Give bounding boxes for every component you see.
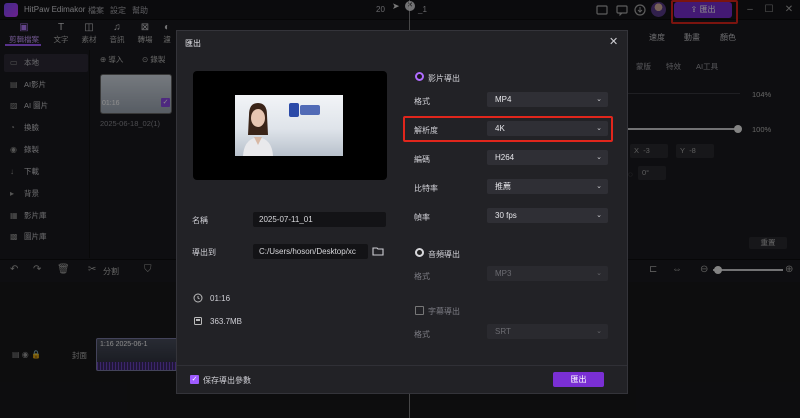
save-params-checkbox[interactable]: ✓ [190,375,199,384]
chevron-down-icon: ⌄ [596,96,602,103]
chevron-down-icon: ⌄ [596,212,602,219]
clock-icon [193,293,203,303]
framerate-label: 幀率 [414,213,430,222]
export-to-label: 導出到 [192,248,216,257]
subtitle-format-value: SRT [495,327,511,336]
dialog-divider [177,365,627,366]
framerate-value: 30 fps [495,211,517,220]
file-size-value: 363.7MB [210,317,243,326]
preview-person [243,101,273,156]
audio-export-radio[interactable] [415,248,424,257]
chevron-down-icon: ⌄ [596,270,602,277]
subtitle-format-select[interactable]: SRT ⌄ [487,324,608,339]
codec-select[interactable]: H264 ⌄ [487,150,608,165]
framerate-select[interactable]: 30 fps ⌄ [487,208,608,223]
folder-icon[interactable] [372,245,384,257]
bitrate-value: 推薦 [495,182,511,191]
format-select[interactable]: MP4 ⌄ [487,92,608,107]
video-export-label: 影片導出 [428,74,460,83]
audio-export-label: 音頻導出 [428,250,460,259]
dialog-close-icon[interactable]: ✕ [609,35,618,48]
file-size-icon [193,316,203,326]
export-path-input[interactable]: C:/Users/hoson/Desktop/xc [253,244,368,259]
chevron-down-icon: ⌄ [596,328,602,335]
name-input[interactable]: 2025-07-11_01 [253,212,386,227]
chevron-down-icon: ⌄ [596,154,602,161]
dialog-export-button[interactable]: 匯出 [553,372,604,387]
audio-format-select[interactable]: MP3 ⌄ [487,266,608,281]
subtitle-export-label: 字幕導出 [428,307,460,316]
resolution-highlight [403,116,613,142]
chevron-down-icon: ⌄ [596,183,602,190]
dialog-title: 匯出 [185,39,201,48]
audio-format-value: MP3 [495,269,512,278]
save-params-label: 保存導出參數 [203,376,251,385]
bitrate-select[interactable]: 推薦 ⌄ [487,179,608,194]
preview-logo-mark [289,103,299,117]
audio-format-label: 格式 [414,272,430,281]
codec-label: 編碼 [414,155,430,164]
subtitle-format-label: 格式 [414,330,430,339]
subtitle-export-checkbox[interactable] [415,306,424,315]
video-export-radio[interactable] [415,72,424,81]
preview-logo-text [300,105,320,115]
duration-value: 01:16 [210,294,231,303]
format-value: MP4 [495,95,512,104]
export-dialog: 匯出 ✕ 名稱 2025-07-11_01 導出到 C:/Users/hoson… [176,30,628,394]
format-label: 格式 [414,97,430,106]
bitrate-label: 比特率 [414,184,438,193]
name-label: 名稱 [192,216,208,225]
codec-value: H264 [495,153,515,162]
